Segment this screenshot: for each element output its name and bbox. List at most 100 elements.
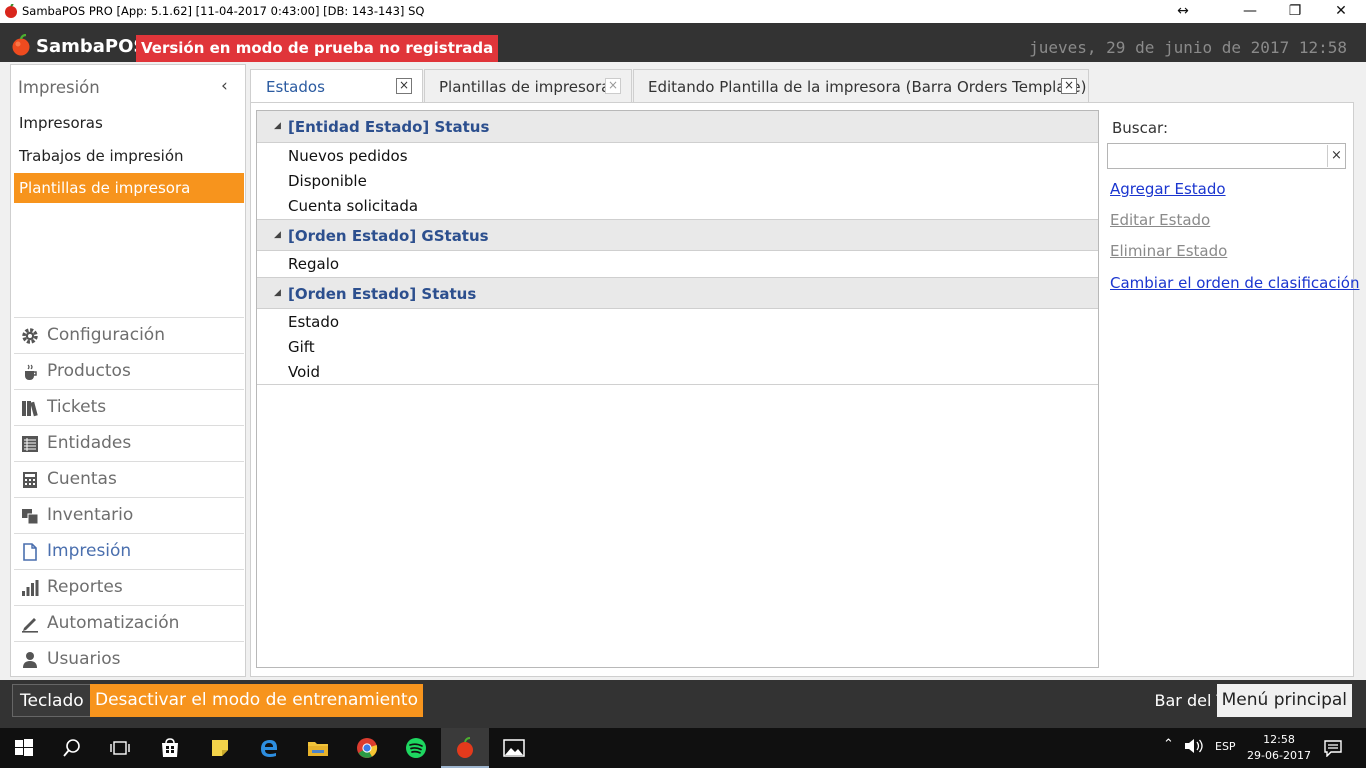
nav-label: Cuentas xyxy=(47,469,117,489)
user-icon xyxy=(23,652,37,668)
nav-label: Tickets xyxy=(47,397,107,417)
nav-label: Impresión xyxy=(47,541,132,561)
group-header[interactable]: ◢ [Entidad Estado] Status xyxy=(257,111,1098,143)
document-icon xyxy=(23,543,37,561)
nav-label: Productos xyxy=(47,361,131,381)
notes-icon[interactable] xyxy=(196,728,244,768)
close-tab-icon[interactable]: × xyxy=(1061,78,1077,94)
list-item[interactable]: Cuenta solicitada xyxy=(288,197,418,215)
nav-reportes[interactable]: Reportes xyxy=(14,569,244,604)
add-state-link[interactable]: Agregar Estado xyxy=(1110,180,1226,198)
nav-impresion[interactable]: Impresión xyxy=(14,533,244,568)
tab-plantillas-impresora[interactable]: Plantillas de impresora × xyxy=(424,69,632,102)
nav-productos[interactable]: Productos xyxy=(14,353,244,388)
nav-automatizacion[interactable]: Automatización xyxy=(14,605,244,640)
clear-search-icon[interactable]: × xyxy=(1327,145,1345,167)
bar-chart-icon xyxy=(22,580,39,596)
keyboard-button[interactable]: Teclado xyxy=(12,684,92,717)
sidebar-item-plantillas-impresora[interactable]: Plantillas de impresora xyxy=(14,173,244,203)
tab-editando-plantilla[interactable]: Editando Plantilla de la impresora (Barr… xyxy=(633,69,1089,102)
chrome-icon[interactable] xyxy=(343,728,391,768)
nav-entidades[interactable]: Entidades xyxy=(14,425,244,460)
nav-label: Configuración xyxy=(47,325,165,345)
resize-button[interactable]: ↔ xyxy=(1160,0,1206,23)
calculator-icon xyxy=(23,472,37,488)
minimize-button[interactable]: — xyxy=(1227,0,1273,23)
group-header[interactable]: ◢ [Orden Estado] Status xyxy=(257,277,1098,309)
delete-state-link[interactable]: Eliminar Estado xyxy=(1110,242,1227,260)
nav-usuarios[interactable]: Usuarios xyxy=(14,641,244,676)
sidebar-item-trabajos-impresion[interactable]: Trabajos de impresión xyxy=(14,141,244,171)
close-window-button[interactable]: ✕ xyxy=(1318,0,1364,23)
books-icon xyxy=(22,401,38,417)
sambapos-logo-icon xyxy=(12,34,30,56)
search-input[interactable] xyxy=(1107,143,1346,169)
tab-label: Plantillas de impresora xyxy=(439,78,611,96)
notifications-icon[interactable] xyxy=(1324,739,1342,757)
states-list xyxy=(256,110,1099,668)
chevron-up-icon[interactable]: ⌃ xyxy=(1163,737,1174,752)
group-header[interactable]: ◢ [Orden Estado] GStatus xyxy=(257,219,1098,251)
change-sort-order-link[interactable]: Cambiar el orden de clasificación xyxy=(1110,274,1359,292)
trial-banner: Versión en modo de prueba no registrada xyxy=(136,35,499,62)
tab-label: Estados xyxy=(266,78,325,96)
header-datetime: jueves, 29 de junio de 2017 12:58 xyxy=(1029,38,1347,57)
app-logo-icon xyxy=(5,4,17,18)
training-mode-button[interactable]: Desactivar el modo de entrenamiento xyxy=(90,684,423,717)
nav-label: Automatización xyxy=(47,613,180,633)
file-explorer-icon[interactable] xyxy=(294,728,342,768)
photos-icon[interactable] xyxy=(490,728,538,768)
nav-label: Entidades xyxy=(47,433,132,453)
brand-name: SambaPOS xyxy=(36,36,147,57)
edge-icon[interactable] xyxy=(245,728,293,768)
table-list-icon xyxy=(22,436,38,452)
window-title: SambaPOS PRO [App: 5.1.62] [11-04-2017 0… xyxy=(22,4,425,18)
spotify-icon[interactable] xyxy=(392,728,440,768)
nav-label: Inventario xyxy=(47,505,134,525)
list-item[interactable]: Gift xyxy=(288,338,315,356)
pencil-icon xyxy=(22,618,38,633)
language-indicator[interactable]: ESP xyxy=(1215,740,1236,753)
nav-inventario[interactable]: Inventario xyxy=(14,497,244,532)
group-label: [Entidad Estado] Status xyxy=(288,118,490,136)
sambapos-taskbar-icon[interactable] xyxy=(441,728,489,768)
list-item[interactable]: Estado xyxy=(288,313,339,331)
close-tab-icon[interactable]: × xyxy=(396,78,412,94)
start-icon[interactable] xyxy=(0,728,48,768)
nav-label: Usuarios xyxy=(47,649,121,669)
inventory-icon xyxy=(22,509,39,525)
tab-estados[interactable]: Estados × xyxy=(250,69,423,103)
store-icon[interactable] xyxy=(146,728,194,768)
main-menu-button[interactable]: Menú principal xyxy=(1216,684,1352,717)
edit-state-link[interactable]: Editar Estado xyxy=(1110,211,1210,229)
list-divider xyxy=(257,384,1098,385)
list-item[interactable]: Disponible xyxy=(288,172,367,190)
sidebar-item-impresoras[interactable]: Impresoras xyxy=(14,108,244,138)
clock-time: 12:58 xyxy=(1263,733,1295,746)
search-label: Buscar: xyxy=(1112,119,1169,137)
nav-label: Reportes xyxy=(47,577,123,597)
task-view-icon[interactable] xyxy=(96,728,144,768)
nav-tickets[interactable]: Tickets xyxy=(14,389,244,424)
chevron-left-icon[interactable]: ‹ xyxy=(221,76,228,96)
coffee-cup-icon xyxy=(25,364,37,380)
tab-label: Editando Plantilla de la impresora (Barr… xyxy=(648,78,1087,96)
system-clock[interactable]: 12:58 29-06-2017 xyxy=(1247,732,1311,764)
search-icon[interactable] xyxy=(48,728,96,768)
list-item[interactable]: Nuevos pedidos xyxy=(288,147,408,165)
group-label: [Orden Estado] GStatus xyxy=(288,227,489,245)
restore-button[interactable]: ❐ xyxy=(1272,0,1318,23)
collapse-triangle-icon[interactable]: ◢ xyxy=(274,121,281,131)
gear-icon xyxy=(22,328,38,344)
list-item[interactable]: Void xyxy=(288,363,320,381)
nav-configuracion[interactable]: Configuración xyxy=(14,317,244,352)
speaker-icon[interactable] xyxy=(1184,738,1204,754)
sidebar-title: Impresión xyxy=(18,78,100,97)
list-item[interactable]: Regalo xyxy=(288,255,339,273)
group-label: [Orden Estado] Status xyxy=(288,285,477,303)
collapse-triangle-icon[interactable]: ◢ xyxy=(274,288,281,298)
clock-date: 29-06-2017 xyxy=(1247,749,1311,762)
nav-cuentas[interactable]: Cuentas xyxy=(14,461,244,496)
collapse-triangle-icon[interactable]: ◢ xyxy=(274,230,281,240)
close-tab-icon[interactable]: × xyxy=(605,78,621,94)
